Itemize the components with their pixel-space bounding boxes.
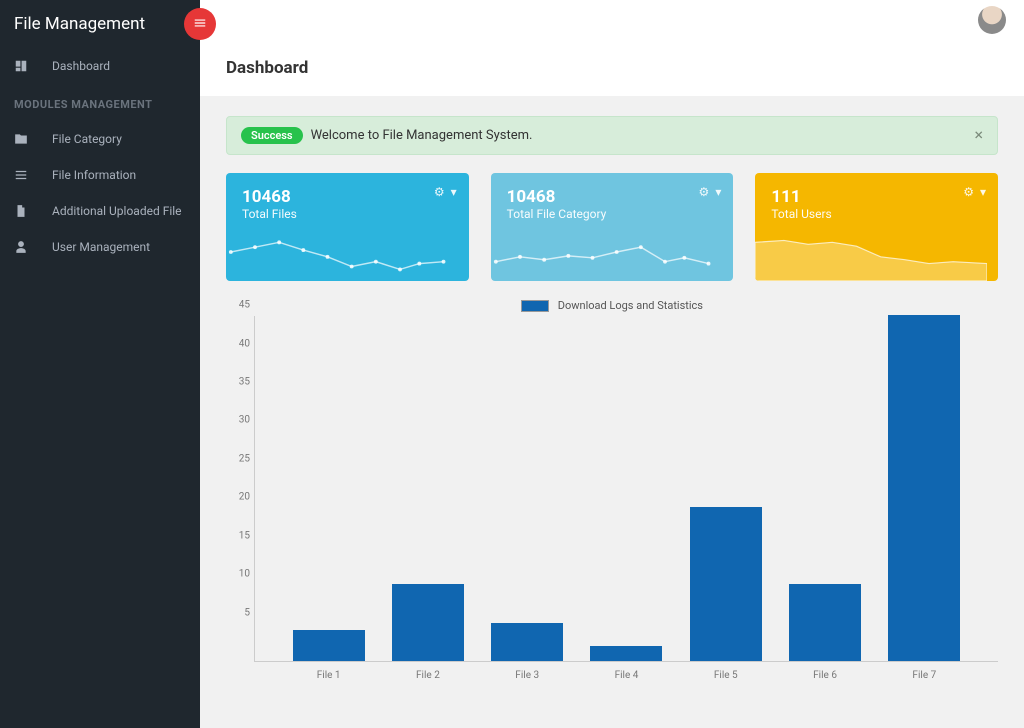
card-settings-button[interactable]: ⚙▾ [699,185,722,199]
close-icon: × [974,125,983,144]
sidebar-item-user-management[interactable]: User Management [0,229,200,265]
chart-x-label: File 1 [317,670,341,681]
chart-y-tick: 5 [244,607,250,618]
card-settings-button[interactable]: ⚙▾ [434,185,457,199]
chart-x-label: File 2 [416,670,440,681]
sidebar-item-label: File Category [52,132,122,146]
chart-bar-column: File 2 [378,584,477,661]
card-settings-button[interactable]: ⚙▾ [963,185,986,199]
chart-y-axis: 51015202530354045 [226,316,254,662]
stat-label: Total File Category [507,207,718,221]
chart-y-tick: 20 [239,492,250,503]
chart-bar [293,630,365,661]
sidebar-item-file-category[interactable]: File Category [0,121,200,157]
sidebar-item-label: Dashboard [52,59,110,73]
chart-bar [690,507,762,661]
sidebar-toggle-button[interactable] [184,8,216,40]
user-icon [14,240,36,254]
sidebar-item-dashboard[interactable]: Dashboard [0,48,200,84]
stat-value: 10468 [242,187,453,207]
chevron-down-icon: ▾ [715,185,721,199]
chart-y-tick: 45 [239,300,250,311]
chart-bar-column: File 6 [775,584,874,661]
sparkline-area [755,223,987,281]
sidebar-item-label: User Management [52,240,150,254]
chart-bar-column: File 4 [577,646,676,661]
list-icon [14,168,36,182]
chart-bar [392,584,464,661]
sidebar-section-label: MODULES MANAGEMENT [0,84,200,121]
chevron-down-icon: ▾ [980,185,986,199]
stat-cards-row: 10468 Total Files ⚙▾ 10468 Total File Ca… [226,173,998,281]
chart-x-label: File 6 [813,670,837,681]
stat-card-total-files[interactable]: 10468 Total Files ⚙▾ [226,173,469,281]
chart-bar [789,584,861,661]
chart-legend: Download Logs and Statistics [226,299,998,312]
alert-success: Success Welcome to File Management Syste… [226,116,998,155]
menu-icon [193,15,207,34]
chart-x-label: File 4 [615,670,639,681]
sidebar-item-additional-uploaded-file[interactable]: Additional Uploaded File [0,193,200,229]
sparkline [226,223,458,281]
chart-x-label: File 5 [714,670,738,681]
alert-badge: Success [241,127,303,144]
download-chart: Download Logs and Statistics 5 10 15 20 25 30… [226,295,998,686]
chart-bar [590,646,662,661]
chart-bar-column: File 3 [478,623,577,661]
chart-y-tick: 15 [239,530,250,541]
chart-y-tick: 25 [239,453,250,464]
chart-y-tick: 10 [239,569,250,580]
app-title: File Management [14,14,145,34]
legend-swatch [521,300,549,312]
sidebar-item-label: File Information [52,168,136,182]
chart-title: Download Logs and Statistics [558,299,703,312]
gear-icon: ⚙ [963,185,974,199]
chart-bar [888,315,960,661]
chart-x-label: File 3 [515,670,539,681]
stat-card-total-users[interactable]: 111 Total Users ⚙▾ [755,173,998,281]
stat-label: Total Users [771,207,982,221]
topbar [200,0,1024,40]
main-content: Dashboard Success Welcome to File Manage… [200,40,1024,728]
dashboard-icon [14,59,36,73]
stat-label: Total Files [242,207,453,221]
sidebar: File Management Dashboard MODULES MANAGE… [0,0,200,728]
gear-icon: ⚙ [699,185,710,199]
folder-icon [14,132,36,146]
gear-icon: ⚙ [434,185,445,199]
stat-card-total-file-category[interactable]: 10468 Total File Category ⚙▾ [491,173,734,281]
sidebar-header: File Management [0,0,200,48]
chart-bar-column: File 7 [875,315,974,661]
chevron-down-icon: ▾ [451,185,457,199]
chart-bar-column: File 5 [676,507,775,661]
chart-x-label: File 7 [912,670,936,681]
stat-value: 10468 [507,187,718,207]
chart-y-tick: 30 [239,415,250,426]
chart-bar-column: File 1 [279,630,378,661]
chart-bar [491,623,563,661]
stat-value: 111 [771,187,982,207]
alert-text: Welcome to File Management System. [311,128,533,143]
sidebar-item-file-information[interactable]: File Information [0,157,200,193]
chart-y-tick: 35 [239,376,250,387]
sparkline [491,223,723,281]
file-icon [14,204,36,218]
page-title: Dashboard [200,40,1024,96]
avatar[interactable] [978,6,1006,34]
sidebar-item-label: Additional Uploaded File [52,204,182,218]
chart-y-tick: 40 [239,338,250,349]
chart-plot-area: File 1File 2File 3File 4File 5File 6File… [254,316,998,662]
alert-close-button[interactable]: × [974,125,983,144]
